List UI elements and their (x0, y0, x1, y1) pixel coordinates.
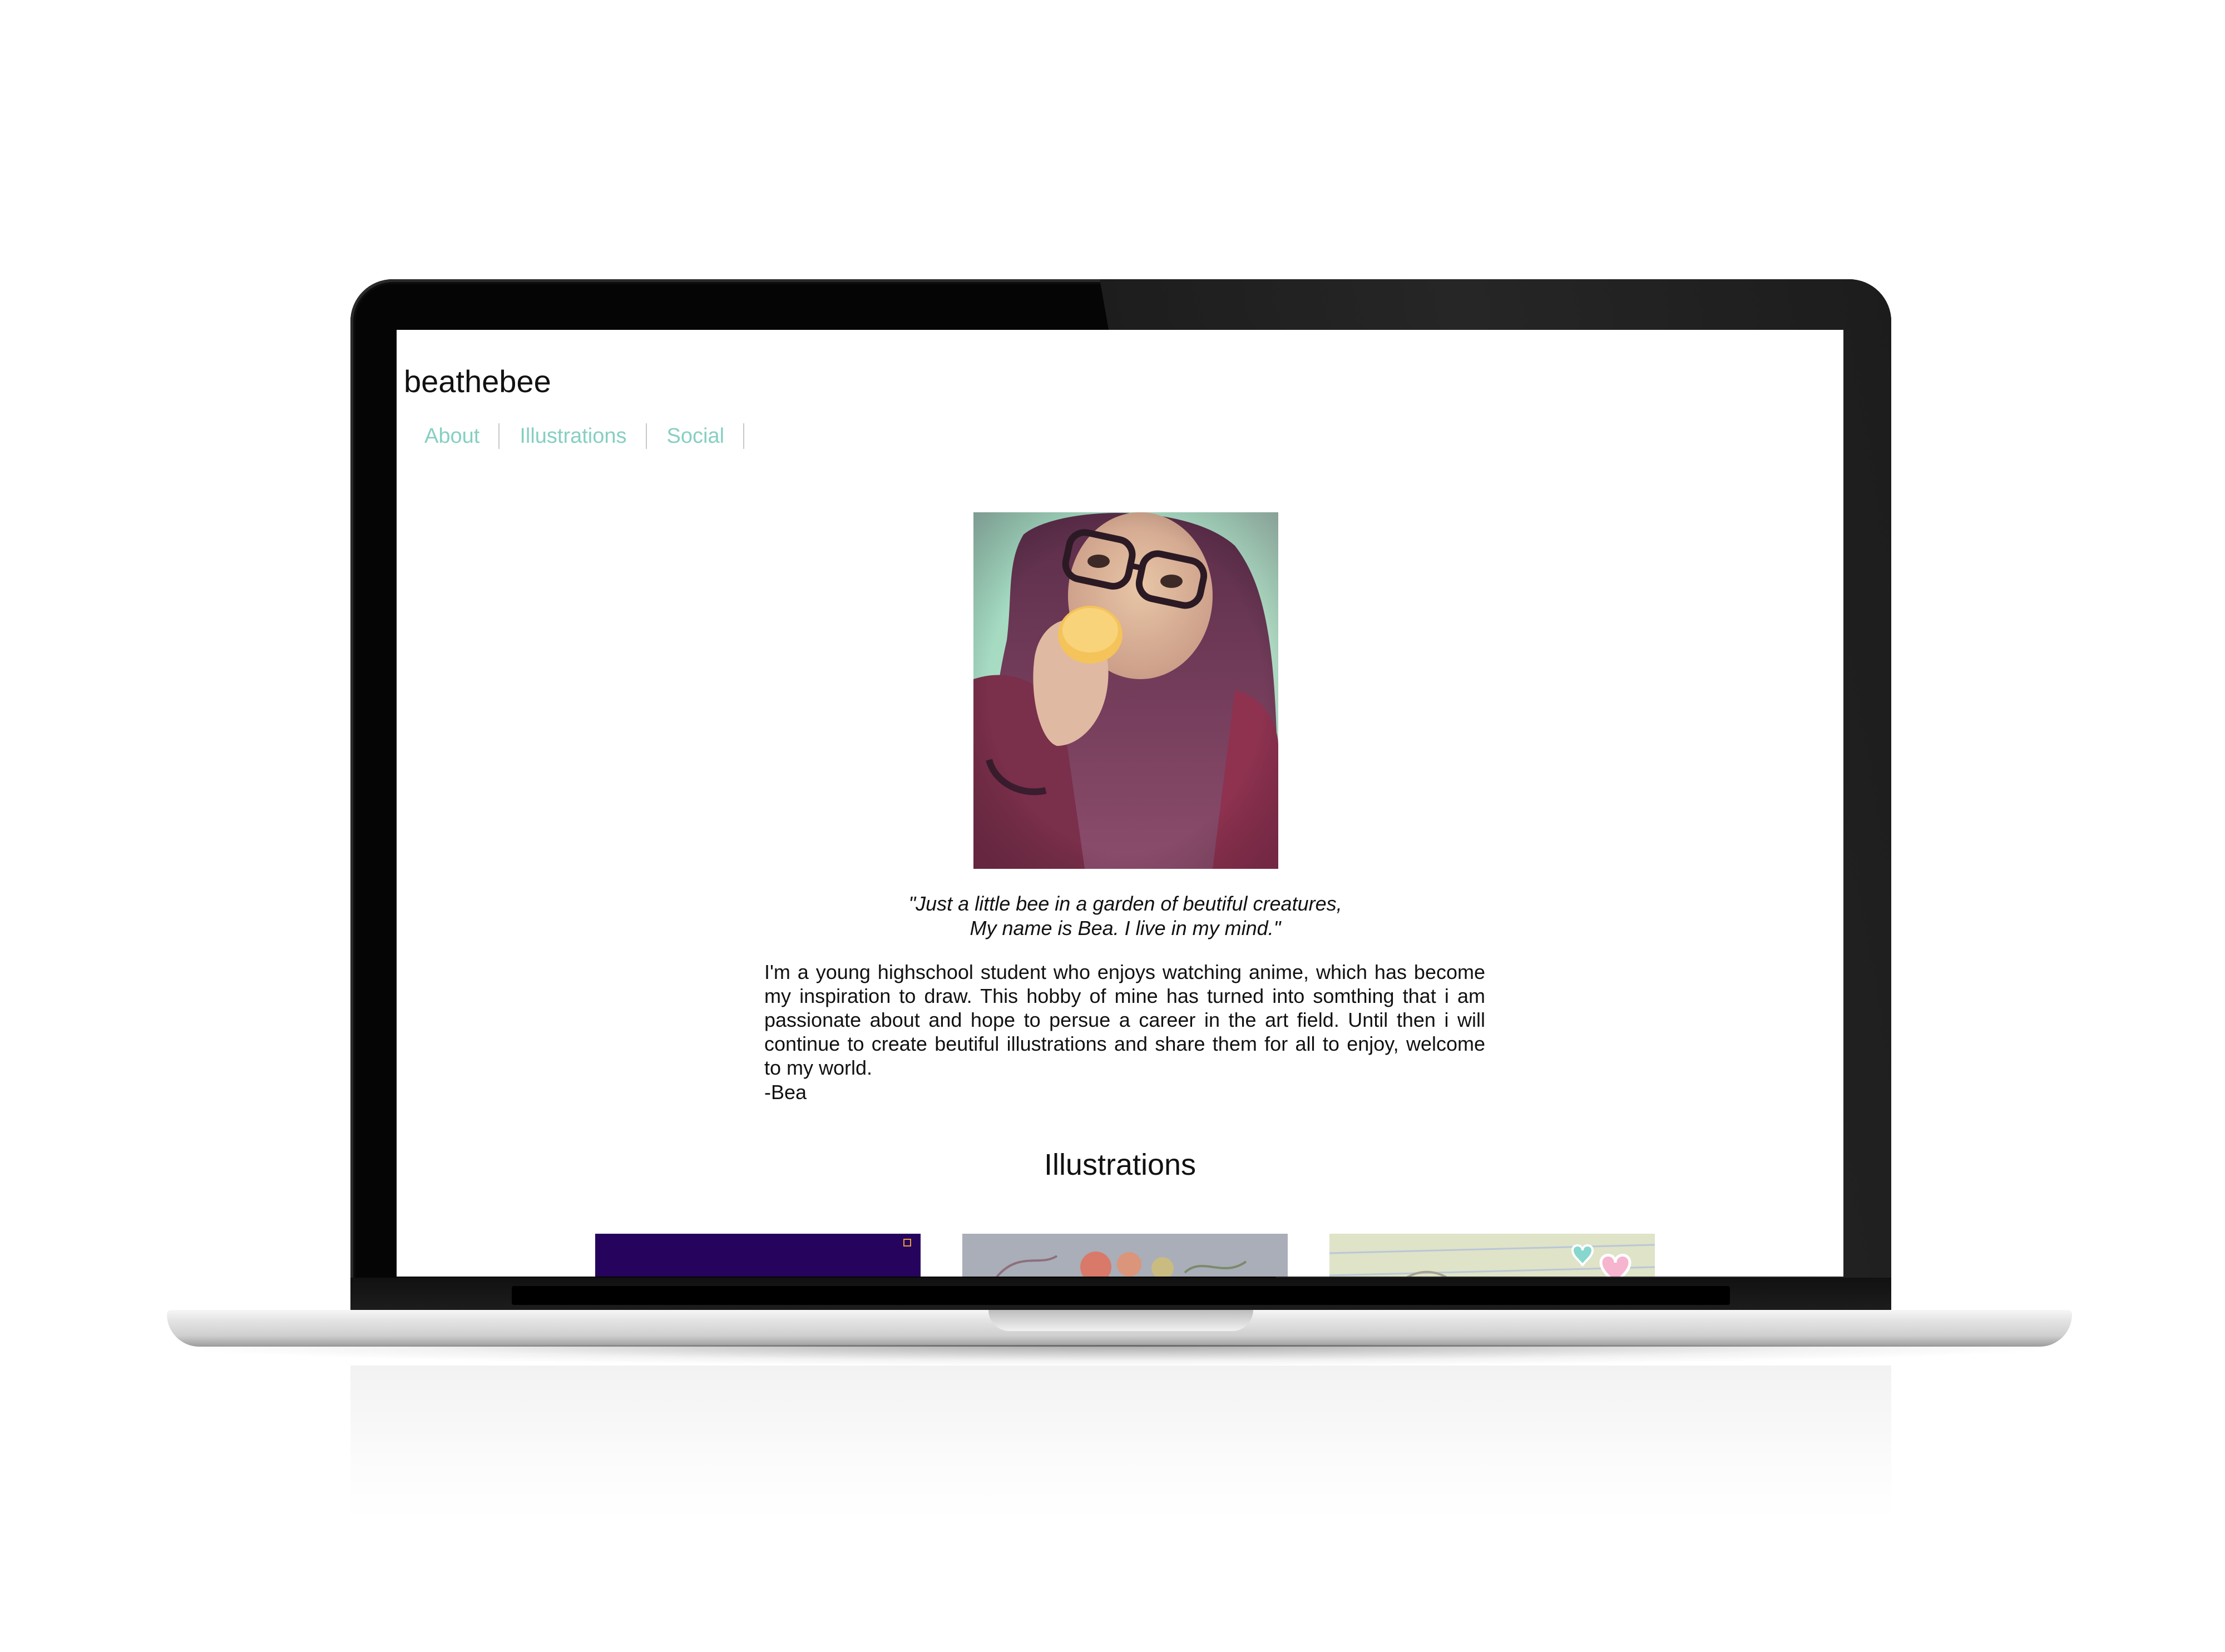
illustration-thumbnail-3[interactable] (1329, 1234, 1655, 1277)
profile-photo (973, 512, 1278, 869)
illustration-thumbnail-1-art (595, 1234, 921, 1277)
site-title[interactable]: beathebee (404, 363, 551, 399)
nav-link-about[interactable]: About (397, 424, 498, 448)
nav-item-social: Social (647, 422, 745, 450)
about-bio: I'm a young highschool student who enjoy… (764, 961, 1485, 1079)
laptop-hinge (512, 1286, 1730, 1305)
nav-link-illustrations[interactable]: Illustrations (500, 424, 645, 448)
illustrations-heading: Illustrations (1044, 1148, 1196, 1181)
nav-item-about: About (397, 422, 500, 450)
illustration-thumbnail-2-art (962, 1234, 1288, 1277)
nav-item-illustrations: Illustrations (500, 422, 647, 450)
illustration-thumbnail-1[interactable] (595, 1234, 921, 1277)
nav-link-social[interactable]: Social (647, 424, 744, 448)
browser-screen: beathebee About Illustrations Social "Ju… (397, 330, 1843, 1277)
about-quote: "Just a little bee in a garden of beutif… (675, 892, 1576, 941)
laptop-base-notch (988, 1310, 1253, 1331)
profile-photo-art (973, 512, 1278, 869)
illustration-thumbnail-3-art (1329, 1234, 1655, 1277)
quote-line-1: "Just a little bee in a garden of beutif… (908, 892, 1342, 915)
laptop-reflection (350, 1366, 1891, 1521)
main-nav: About Illustrations Social (397, 422, 745, 450)
laptop-base-shadow (200, 1345, 2036, 1365)
about-signature: -Bea (764, 1081, 807, 1104)
nav-separator (743, 423, 745, 449)
quote-line-2: My name is Bea. I live in my mind." (970, 917, 1281, 939)
illustration-thumbnail-2[interactable] (962, 1234, 1288, 1277)
